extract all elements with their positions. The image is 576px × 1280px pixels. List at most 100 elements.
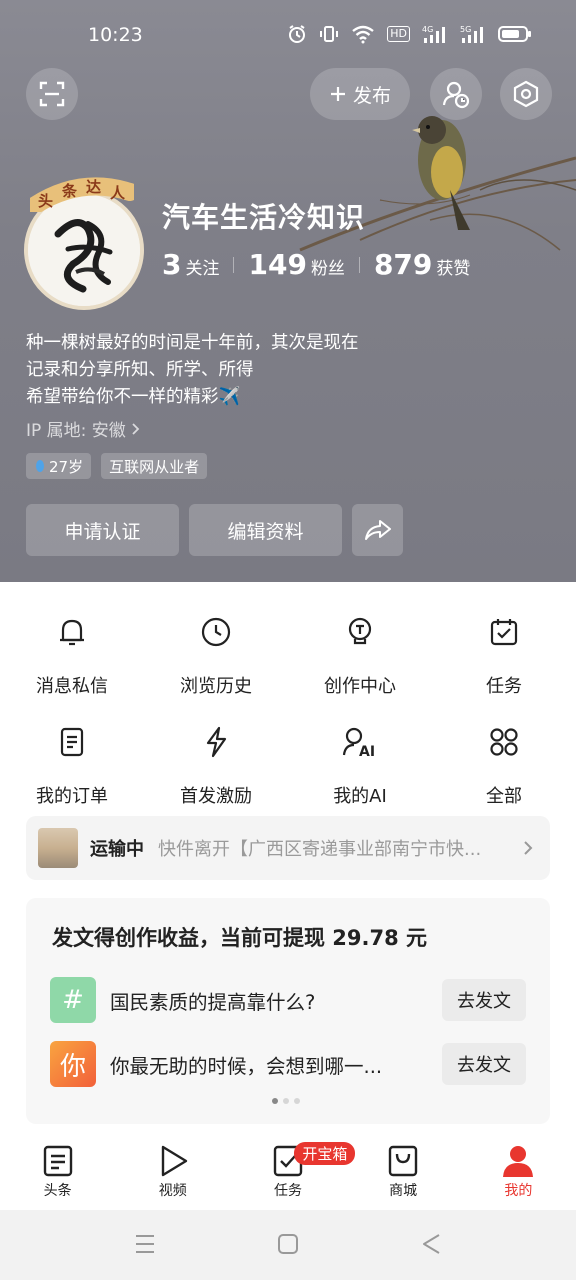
signal-4g-icon: 4G bbox=[422, 25, 445, 43]
status-bar: 10:23 HD 4G 5G bbox=[0, 0, 576, 70]
user-clock-icon bbox=[442, 81, 470, 109]
hashtag-icon-glyph: # bbox=[62, 985, 84, 1015]
followers-count[interactable]: 149 bbox=[248, 248, 306, 281]
carousel-indicator bbox=[272, 1098, 300, 1104]
system-nav-bar bbox=[0, 1210, 576, 1280]
nav-label: 我的 bbox=[504, 1183, 533, 1199]
bio-line-1: 种一棵树最好的时间是十年前，其次是现在 bbox=[26, 333, 359, 353]
visitor-button[interactable] bbox=[430, 68, 482, 120]
svg-text:AI: AI bbox=[359, 744, 375, 760]
share-button[interactable] bbox=[352, 504, 403, 556]
earnings-card: 发文得创作收益，当前可提现 29.78 元 # 国民素质的提高靠什么? 去发文 … bbox=[26, 898, 550, 1124]
bell-icon bbox=[60, 619, 84, 646]
nav-label: 任务 bbox=[273, 1183, 302, 1199]
badge-char-4: 人 bbox=[110, 184, 126, 202]
product-thumbnail bbox=[38, 828, 78, 868]
grid-item-tasks[interactable]: 任务 bbox=[432, 612, 576, 722]
nav-item-video[interactable]: 视频 bbox=[115, 1130, 230, 1210]
scan-button[interactable] bbox=[26, 68, 78, 120]
topic-row[interactable]: # 国民素质的提高靠什么? 去发文 bbox=[50, 976, 526, 1024]
go-post-button[interactable]: 去发文 bbox=[442, 1043, 526, 1085]
home-icon[interactable] bbox=[277, 1232, 299, 1256]
share-arrow-icon bbox=[364, 520, 391, 540]
chevron-right-icon bbox=[132, 422, 140, 435]
ip-location[interactable]: IP 属地: 安徽 bbox=[26, 416, 142, 441]
shipping-notice[interactable]: 运输中 快件离开【广西区寄递事业部南宁市快... bbox=[26, 816, 550, 880]
svg-text:5G: 5G bbox=[460, 25, 471, 34]
battery-icon bbox=[498, 26, 531, 42]
male-icon bbox=[36, 460, 44, 472]
likes-label: 获赞 bbox=[436, 259, 471, 279]
grid-item-history[interactable]: 浏览历史 bbox=[144, 612, 288, 722]
badge-char-1: 头 bbox=[38, 192, 54, 210]
carousel-dot bbox=[272, 1098, 278, 1104]
bulb-icon bbox=[348, 617, 372, 645]
ip-location-text: IP 属地: 安徽 bbox=[26, 421, 126, 441]
plus-icon bbox=[330, 87, 345, 101]
badge-char-2: 条 bbox=[62, 182, 78, 200]
toutiao-expert-badge: 头 条 达 人 bbox=[25, 176, 139, 215]
publish-button[interactable]: 发布 bbox=[310, 68, 410, 120]
grid-label: 消息私信 bbox=[36, 676, 108, 697]
bottom-nav: 头条 视频 任务 开宝箱 商城 我的 bbox=[0, 1130, 576, 1210]
age-tag: 27岁 bbox=[26, 453, 92, 479]
grid-label: 全部 bbox=[486, 786, 522, 807]
settings-button[interactable] bbox=[500, 68, 552, 120]
likes-count: 879 bbox=[373, 248, 433, 281]
feature-grid: 消息私信 浏览历史 创作中心 任务 我的订单 首发激励 AI 我的AI 全部 bbox=[0, 612, 576, 832]
following-count[interactable]: 3 bbox=[162, 248, 181, 281]
nav-item-tasks[interactable]: 任务 开宝箱 bbox=[230, 1130, 356, 1210]
status-icons: HD 4G 5G bbox=[287, 24, 532, 44]
menu-icon[interactable] bbox=[134, 1232, 156, 1256]
lightning-icon bbox=[206, 726, 227, 758]
nav-item-mine[interactable]: 我的 bbox=[461, 1130, 576, 1210]
go-post-button[interactable]: 去发文 bbox=[442, 979, 526, 1021]
shop-icon bbox=[388, 1145, 418, 1177]
earnings-title: 发文得创作收益，当前可提现 29.78 元 bbox=[52, 926, 428, 950]
following-label[interactable]: 关注 bbox=[185, 254, 219, 279]
topic-row[interactable]: 你 你最无助的时候，会想到哪一... 去发文 bbox=[50, 1040, 526, 1088]
grid-label: 浏览历史 bbox=[180, 676, 252, 697]
grid-label: 首发激励 bbox=[180, 786, 252, 807]
play-icon bbox=[161, 1145, 187, 1177]
hashtag-icon: # bbox=[50, 977, 96, 1023]
age-tag-label: 27岁 bbox=[49, 457, 84, 476]
nav-label: 视频 bbox=[158, 1183, 187, 1199]
you-char-icon: 你 bbox=[50, 1041, 96, 1087]
nav-item-headlines[interactable]: 头条 bbox=[0, 1130, 115, 1210]
edit-profile-button[interactable]: 编辑资料 bbox=[189, 504, 342, 556]
publish-label: 发布 bbox=[352, 84, 391, 107]
grid-label: 我的订单 bbox=[36, 786, 108, 807]
vibrate-icon bbox=[320, 26, 339, 42]
profile-tags: 27岁 互联网从业者 bbox=[26, 453, 208, 479]
shipping-status: 运输中 bbox=[90, 839, 144, 860]
screen: 10:23 HD 4G 5G 发布 头 条 达 人 汽车生活冷知识 3 关注 1… bbox=[0, 0, 576, 1280]
shipping-description: 快件离开【广西区寄递事业部南宁市快... bbox=[158, 839, 482, 860]
grid-item-creator-center[interactable]: 创作中心 bbox=[288, 612, 432, 722]
stat-divider bbox=[358, 256, 360, 273]
alarm-icon bbox=[289, 25, 306, 43]
svg-text:4G: 4G bbox=[422, 25, 433, 34]
status-time: 10:23 bbox=[88, 24, 143, 46]
grid-item-messages[interactable]: 消息私信 bbox=[0, 612, 144, 722]
bio-line-3: 希望带给你不一样的精彩✈️ bbox=[26, 387, 241, 407]
occupation-tag: 互联网从业者 bbox=[101, 453, 208, 479]
username: 汽车生活冷知识 bbox=[162, 201, 366, 234]
clock-icon bbox=[201, 617, 231, 647]
menu-panel: 消息私信 浏览历史 创作中心 任务 我的订单 首发激励 AI 我的AI 全部 运… bbox=[0, 582, 576, 1142]
profile-bio: 种一棵树最好的时间是十年前，其次是现在 记录和分享所知、所学、所得 希望带给你不… bbox=[26, 330, 359, 411]
hd-indicator: HD bbox=[387, 26, 410, 42]
topic-question: 你最无助的时候，会想到哪一... bbox=[110, 1054, 383, 1078]
bio-line-2: 记录和分享所知、所学、所得 bbox=[26, 360, 254, 380]
profile-header: 10:23 HD 4G 5G 发布 头 条 达 人 汽车生活冷知识 3 关注 1… bbox=[0, 0, 576, 582]
badge-char-3: 达 bbox=[86, 178, 102, 196]
ai-person-icon: AI bbox=[342, 727, 375, 760]
followers-label[interactable]: 粉丝 bbox=[311, 254, 345, 279]
profile-stats: 3 关注 149 粉丝 879 获赞 bbox=[162, 248, 484, 281]
apply-certification-button[interactable]: 申请认证 bbox=[26, 504, 179, 556]
back-icon[interactable] bbox=[420, 1232, 442, 1256]
grid-dots-icon bbox=[490, 728, 518, 756]
nav-item-mall[interactable]: 商城 bbox=[346, 1130, 461, 1210]
hexagon-settings-icon bbox=[513, 80, 539, 108]
occupation-tag-label: 互联网从业者 bbox=[109, 457, 200, 476]
